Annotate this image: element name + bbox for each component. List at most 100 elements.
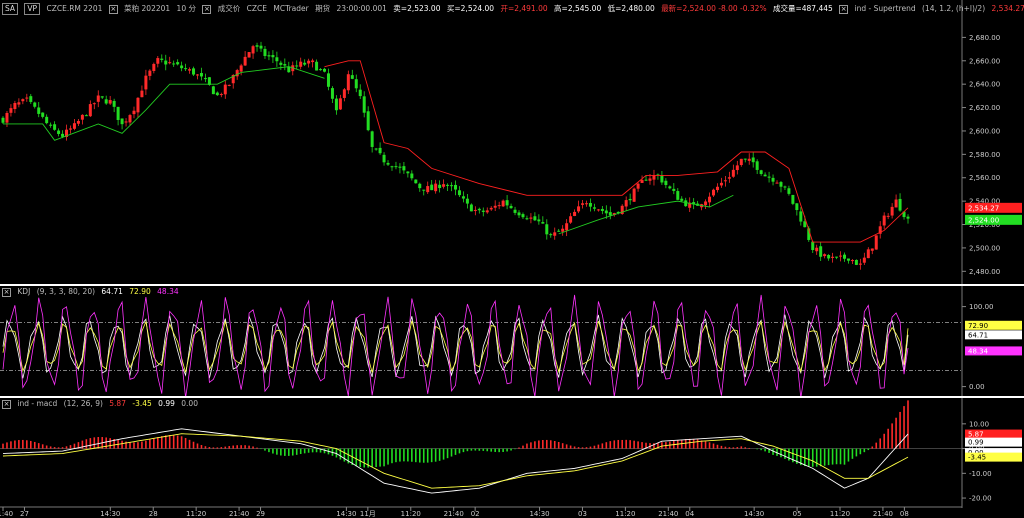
candle-body xyxy=(223,84,227,95)
candle-body xyxy=(5,112,9,123)
candle-body xyxy=(338,98,342,110)
candle-body xyxy=(894,199,898,208)
candle-body xyxy=(267,55,271,57)
candle-body xyxy=(811,241,815,251)
candle-body xyxy=(549,234,553,236)
candle-body xyxy=(9,108,13,113)
price-tick-label: 2,640.00 xyxy=(969,81,1000,89)
candle-body xyxy=(608,212,612,216)
time-tick-label: 11:20 xyxy=(615,510,635,518)
price-label-text: 2,534.27 xyxy=(968,204,999,212)
candle-body xyxy=(172,63,176,65)
candle-body xyxy=(112,100,116,107)
macd-header: × ind - macd (12, 26, 9) 5.87 -3.45 0.99… xyxy=(2,399,202,409)
exchange-label: CZCE xyxy=(246,4,268,13)
candle-body xyxy=(45,116,49,124)
candle-body xyxy=(588,203,592,207)
candle-body xyxy=(473,209,477,211)
candle-body xyxy=(501,200,505,207)
candle-body xyxy=(362,96,366,113)
candle-body xyxy=(354,79,358,89)
indicator-params: (14, 1.2, (h+l)/2) xyxy=(922,4,986,13)
candle-body xyxy=(215,92,219,96)
time-tick-label: 28 xyxy=(149,510,158,518)
price-type-label: 成交价 xyxy=(217,4,241,13)
symbol-box[interactable]: SA xyxy=(2,3,19,15)
sell-label: 卖=2,523.00 xyxy=(393,4,441,13)
candle-body xyxy=(255,45,259,47)
macd-tick-label: -20.00 xyxy=(969,495,992,503)
candle-body xyxy=(25,97,29,99)
candle-body xyxy=(251,46,255,54)
interval-label: 10 分 xyxy=(176,4,196,13)
time-tick-label: 21:40 xyxy=(229,510,249,518)
candle-body xyxy=(394,166,398,168)
candle-body xyxy=(521,214,525,218)
candle-body xyxy=(846,258,850,261)
macd-v4: 0.00 xyxy=(181,399,198,408)
candle-body xyxy=(13,103,17,110)
candle-body xyxy=(323,68,327,72)
candle-body xyxy=(29,96,33,102)
candle-body xyxy=(735,165,739,171)
candle-body xyxy=(465,198,469,204)
candle-body xyxy=(61,133,65,137)
candle-body xyxy=(334,98,338,111)
time-tick-label: 21:40 xyxy=(0,510,13,518)
candle-body xyxy=(648,178,652,181)
candle-body xyxy=(406,171,410,174)
change-label: 最新=2,524.00 -8.00 -0.32% xyxy=(661,4,767,13)
kdj-value-text: 64.71 xyxy=(968,331,988,339)
candle-body xyxy=(664,180,668,186)
candle-body xyxy=(68,128,72,130)
candle-body xyxy=(398,166,402,168)
candle-body xyxy=(469,204,473,212)
candle-body xyxy=(509,205,513,209)
time-tick-label: 11:20 xyxy=(186,510,206,518)
price-tick-label: 2,680.00 xyxy=(969,34,1000,42)
candle-body xyxy=(672,188,676,191)
candle-body xyxy=(104,99,108,104)
candle-body xyxy=(727,177,731,179)
candle-body xyxy=(497,205,501,207)
macd-value-text: 5.87 xyxy=(968,431,984,439)
candle-body xyxy=(358,89,362,97)
kdj-params: (9, 3, 3, 80, 20) xyxy=(36,287,96,296)
candle-body xyxy=(180,65,184,69)
candle-body xyxy=(751,157,755,163)
close-icon[interactable]: × xyxy=(839,5,849,14)
candle-body xyxy=(739,158,743,166)
close-icon[interactable]: × xyxy=(2,400,11,409)
candle-body xyxy=(57,130,61,134)
time-tick-label: 21:40 xyxy=(658,510,678,518)
candle-body xyxy=(775,182,779,184)
close-icon[interactable]: × xyxy=(2,288,11,297)
close-icon[interactable]: × xyxy=(108,5,118,14)
candle-body xyxy=(203,78,207,80)
candle-body xyxy=(259,45,263,49)
candle-body xyxy=(529,217,533,219)
close-icon[interactable]: × xyxy=(202,5,212,14)
candle-body xyxy=(346,74,350,91)
price-tick-label: 2,600.00 xyxy=(969,127,1000,135)
candle-body xyxy=(21,99,25,102)
candle-body xyxy=(839,255,843,257)
candle-body xyxy=(866,249,870,259)
period-label: 期货 xyxy=(315,4,331,13)
time-tick-label: 14:30 xyxy=(336,510,356,518)
candle-body xyxy=(624,200,628,207)
candle-body xyxy=(886,215,890,217)
candle-body xyxy=(243,56,247,66)
candle-body xyxy=(192,68,196,75)
candle-body xyxy=(457,190,461,196)
time-tick-label: 29 xyxy=(256,510,265,518)
time-tick-label: 03 xyxy=(578,510,587,518)
time-tick-label: 05 xyxy=(793,510,802,518)
macd-v2: -3.45 xyxy=(132,399,152,408)
candle-body xyxy=(581,203,585,205)
candle-body xyxy=(219,94,223,96)
vp-box[interactable]: VP xyxy=(24,3,41,15)
candle-body xyxy=(366,111,370,131)
candle-body xyxy=(263,48,267,57)
candle-body xyxy=(319,69,323,71)
